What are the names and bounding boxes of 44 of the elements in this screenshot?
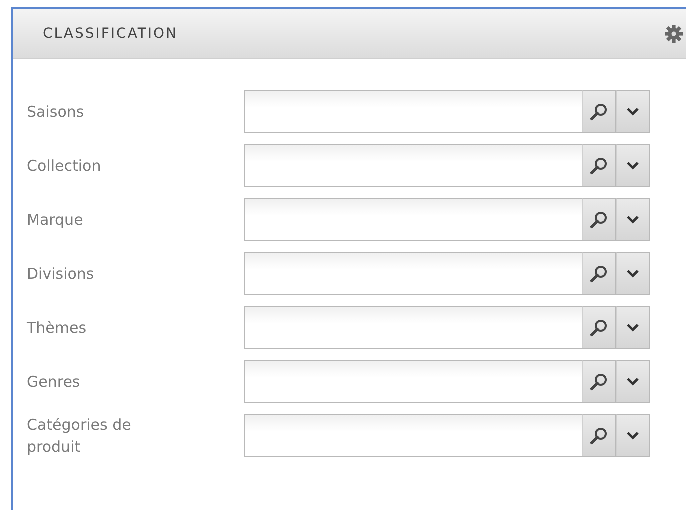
input-field[interactable]	[244, 252, 582, 295]
search-button[interactable]	[582, 306, 616, 349]
search-icon	[590, 372, 608, 390]
search-button[interactable]	[582, 414, 616, 457]
search-icon	[590, 318, 608, 336]
panel-title: CLASSIFICATION	[43, 26, 178, 42]
search-button[interactable]	[582, 198, 616, 241]
field-label: Collection	[27, 156, 102, 176]
input-field[interactable]	[244, 198, 582, 241]
settings-icon[interactable]	[665, 24, 683, 42]
input-field[interactable]	[244, 360, 582, 403]
input-field[interactable]	[244, 414, 582, 457]
caret-icon	[627, 324, 639, 332]
dropdown-button[interactable]	[616, 90, 650, 133]
dropdown-button[interactable]	[616, 252, 650, 295]
search-icon	[590, 210, 608, 228]
caret-icon	[627, 378, 639, 386]
caret-icon	[627, 162, 639, 170]
field-label: Divisions	[27, 264, 96, 284]
search-icon	[590, 156, 608, 174]
field-label: Thèmes	[27, 318, 88, 338]
dropdown-button[interactable]	[616, 198, 650, 241]
search-button[interactable]	[582, 252, 616, 295]
dropdown-button[interactable]	[616, 306, 650, 349]
search-icon	[590, 264, 608, 282]
caret-icon	[627, 270, 639, 278]
search-button[interactable]	[582, 90, 616, 133]
input-field[interactable]	[244, 144, 582, 187]
input-field[interactable]	[244, 90, 582, 133]
caret-icon	[627, 108, 639, 116]
search-icon	[590, 426, 608, 444]
search-icon	[590, 102, 608, 120]
search-button[interactable]	[582, 360, 616, 403]
dropdown-button[interactable]	[616, 144, 650, 187]
field-label: Saisons	[27, 102, 86, 122]
field-label: Marque	[27, 210, 84, 230]
input-field[interactable]	[244, 306, 582, 349]
field-label: Genres	[27, 372, 82, 392]
field-label: Catégories de produit	[27, 414, 132, 458]
search-button[interactable]	[582, 144, 616, 187]
caret-icon	[627, 432, 639, 440]
dropdown-button[interactable]	[616, 360, 650, 403]
dropdown-button[interactable]	[616, 414, 650, 457]
caret-icon	[627, 216, 639, 224]
